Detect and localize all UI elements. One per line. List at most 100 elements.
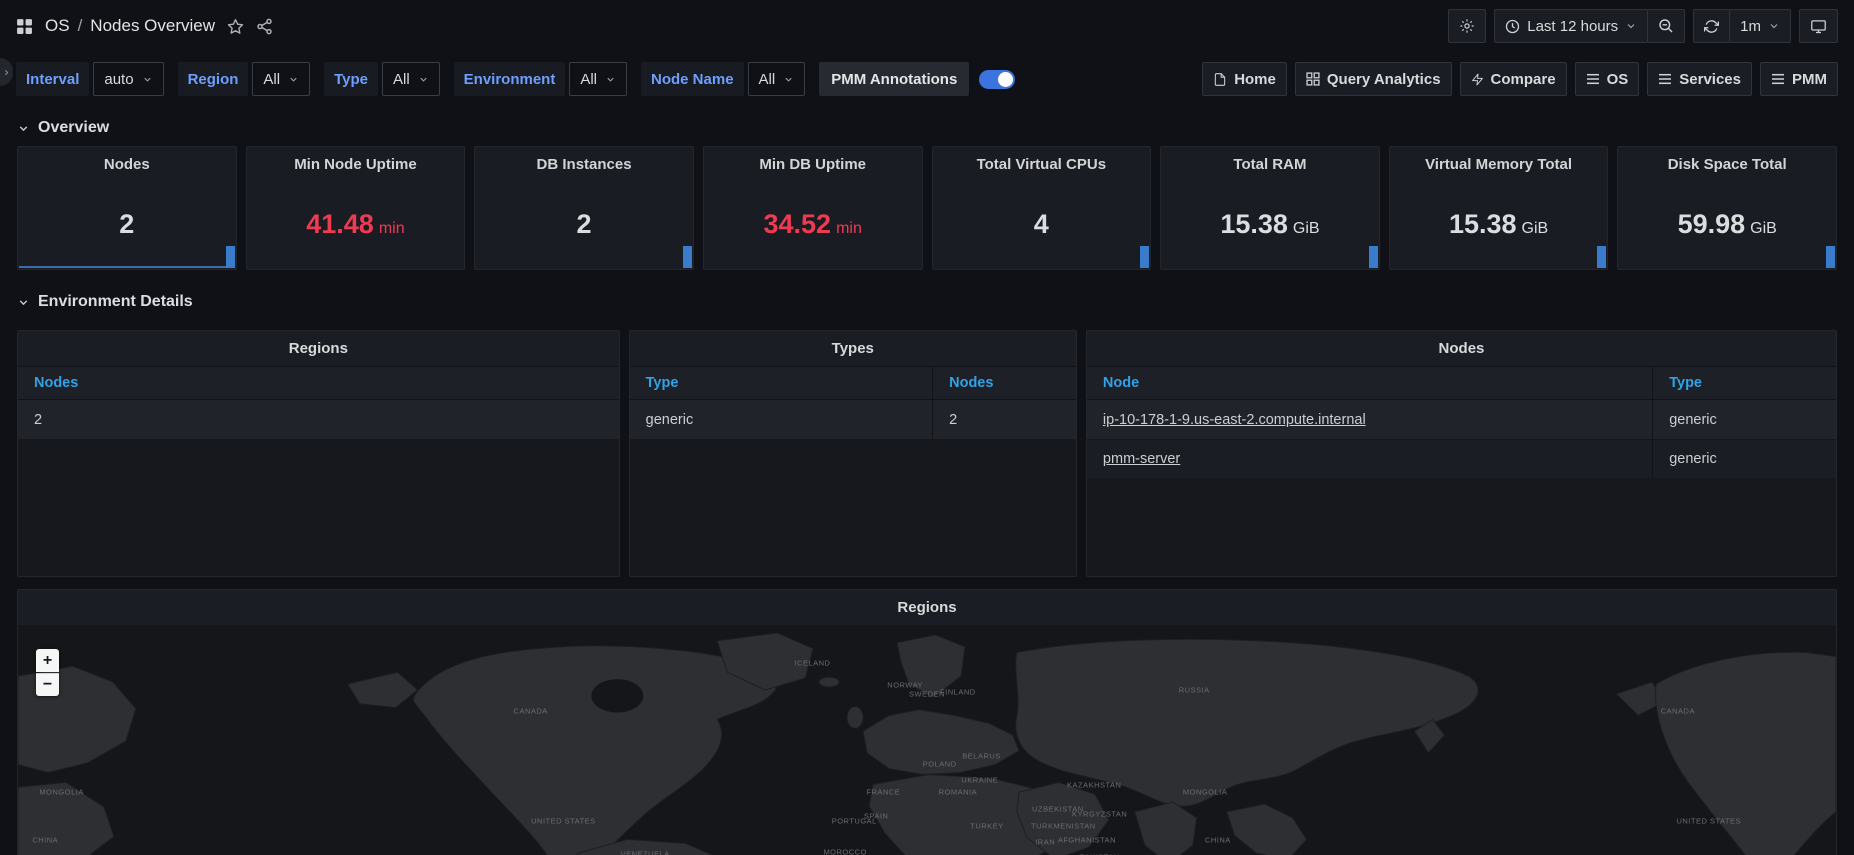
time-range-label: Last 12 hours xyxy=(1527,18,1618,35)
column-header-nodes[interactable]: Nodes xyxy=(18,367,619,399)
stat-value: 2 xyxy=(577,209,592,240)
map-country-label: KAZAKHSTAN xyxy=(1067,781,1121,790)
filter-node-name-value[interactable]: All xyxy=(748,62,806,96)
chevron-down-icon xyxy=(783,74,794,85)
types-table-panel: Types Type Nodes generic 2 xyxy=(629,330,1077,577)
table-header-row: Type Nodes xyxy=(630,366,1076,400)
share-icon[interactable] xyxy=(256,18,273,35)
table-empty-area xyxy=(18,439,619,576)
map-country-label: MOROCCO xyxy=(823,848,867,855)
sparkline xyxy=(19,266,226,268)
filter-value-text: All xyxy=(263,71,280,88)
apps-grid-icon xyxy=(1306,72,1320,86)
chevron-down-icon xyxy=(418,74,429,85)
pmm-annotations-toggle[interactable] xyxy=(979,70,1015,89)
filter-interval-value[interactable]: auto xyxy=(93,62,163,96)
home-button-label: Home xyxy=(1234,71,1276,88)
dashboard-nav-buttons: Home Query Analytics Compare OS Services xyxy=(1202,62,1838,96)
sparkline-bar xyxy=(1826,246,1835,268)
zoom-out-time-button[interactable] xyxy=(1647,9,1685,43)
map-country-label: NORWAY xyxy=(887,680,923,689)
filter-region: Region All xyxy=(178,62,311,96)
refresh-button[interactable] xyxy=(1693,9,1730,43)
map-country-label: TURKMENISTAN xyxy=(1031,821,1096,830)
filter-value-text: All xyxy=(580,71,597,88)
pmm-menu-button-label: PMM xyxy=(1792,71,1827,88)
table-header-row: Nodes xyxy=(18,366,619,400)
time-range-picker[interactable]: Last 12 hours xyxy=(1494,9,1648,43)
dashboard-settings-button[interactable] xyxy=(1448,9,1486,43)
table-row: ip-10-178-1-9.us-east-2.compute.internal… xyxy=(1087,400,1836,439)
os-menu-button[interactable]: OS xyxy=(1575,62,1640,96)
stat-title: Total Virtual CPUs xyxy=(933,147,1151,173)
panel-title: Nodes xyxy=(1087,331,1836,366)
stat-panel-virtual-memory-total[interactable]: Virtual Memory Total 15.38GiB xyxy=(1389,146,1609,270)
world-map[interactable]: MONGOLIACHINACANADAUNITED STATESICELANDN… xyxy=(18,625,1836,855)
chevron-down-icon xyxy=(1768,20,1780,32)
sidebar-expand-handle[interactable]: › xyxy=(0,58,13,86)
filter-node-name-label: Node Name xyxy=(641,62,744,96)
column-header-node[interactable]: Node xyxy=(1087,367,1653,399)
column-header-nodes[interactable]: Nodes xyxy=(933,367,1076,399)
refresh-interval-label: 1m xyxy=(1740,18,1761,35)
sparkline-bar xyxy=(683,246,692,268)
compare-button[interactable]: Compare xyxy=(1460,62,1567,96)
home-button[interactable]: Home xyxy=(1202,62,1287,96)
map-zoom-in-button[interactable]: + xyxy=(36,649,59,672)
pmm-annotations-label: PMM Annotations xyxy=(819,62,969,96)
stat-panel-min-db-uptime[interactable]: Min DB Uptime 34.52min xyxy=(703,146,923,270)
sparkline-bar xyxy=(1140,246,1149,268)
map-country-label: CHINA xyxy=(1205,836,1231,845)
kiosk-mode-button[interactable] xyxy=(1799,9,1838,43)
filter-type-value[interactable]: All xyxy=(382,62,440,96)
cell-type: generic xyxy=(1653,400,1836,439)
table-row: 2 xyxy=(18,400,619,439)
stat-panel-min-node-uptime[interactable]: Min Node Uptime 41.48min xyxy=(246,146,466,270)
filter-environment: Environment All xyxy=(454,62,627,96)
stat-panel-total-virtual-cpus[interactable]: Total Virtual CPUs 4 xyxy=(932,146,1152,270)
map-zoom-out-button[interactable]: − xyxy=(36,673,59,696)
stat-panel-db-instances[interactable]: DB Instances 2 xyxy=(474,146,694,270)
apps-grid-icon xyxy=(16,18,33,35)
overview-stats-row: Nodes 2 Min Node Uptime 41.48min DB Inst… xyxy=(17,146,1837,270)
query-analytics-button[interactable]: Query Analytics xyxy=(1295,62,1452,96)
column-header-type[interactable]: Type xyxy=(630,367,933,399)
map-country-label: BELARUS xyxy=(962,752,1001,761)
node-link[interactable]: ip-10-178-1-9.us-east-2.compute.internal xyxy=(1103,412,1366,428)
column-header-type[interactable]: Type xyxy=(1653,367,1836,399)
map-country-label: UNITED STATES xyxy=(531,816,596,825)
map-country-label: MONGOLIA xyxy=(1183,788,1227,797)
node-link[interactable]: pmm-server xyxy=(1103,451,1180,467)
sparkline-bar xyxy=(226,246,235,268)
table-empty-area xyxy=(630,439,1076,576)
filter-environment-value[interactable]: All xyxy=(569,62,627,96)
chevron-down-icon xyxy=(288,74,299,85)
toggle-knob xyxy=(998,72,1013,87)
cell-nodes-count: 2 xyxy=(18,400,619,439)
favorite-star-icon[interactable] xyxy=(227,18,244,35)
breadcrumb-folder[interactable]: OS xyxy=(45,16,70,36)
menu-icon xyxy=(1771,73,1785,85)
environment-tables-row: Regions Nodes 2 Types Type Nodes generic… xyxy=(17,330,1837,577)
stat-panel-total-ram[interactable]: Total RAM 15.38GiB xyxy=(1160,146,1380,270)
breadcrumb[interactable]: OS / Nodes Overview xyxy=(45,16,215,36)
bolt-icon xyxy=(1471,72,1484,87)
map-country-label: IRAN xyxy=(1035,838,1055,847)
sparkline-bar xyxy=(1369,246,1378,268)
stat-title: Virtual Memory Total xyxy=(1390,147,1608,173)
chevron-down-icon xyxy=(142,74,153,85)
dashboard-topbar: OS / Nodes Overview Last 12 hours xyxy=(0,0,1854,52)
pmm-menu-button[interactable]: PMM xyxy=(1760,62,1838,96)
stat-value: 15.38GiB xyxy=(1220,209,1319,240)
refresh-interval-picker[interactable]: 1m xyxy=(1729,9,1791,43)
menu-icon xyxy=(1658,73,1672,85)
map-country-label: ROMANIA xyxy=(939,788,978,797)
section-overview[interactable]: Overview xyxy=(17,110,1837,146)
services-menu-button[interactable]: Services xyxy=(1647,62,1752,96)
filter-region-value[interactable]: All xyxy=(252,62,310,96)
stat-panel-nodes[interactable]: Nodes 2 xyxy=(17,146,237,270)
nodes-table-panel: Nodes Node Type ip-10-178-1-9.us-east-2.… xyxy=(1086,330,1837,577)
section-environment-details[interactable]: Environment Details xyxy=(17,284,1837,320)
stat-panel-disk-space-total[interactable]: Disk Space Total 59.98GiB xyxy=(1617,146,1837,270)
filter-type-label: Type xyxy=(324,62,378,96)
